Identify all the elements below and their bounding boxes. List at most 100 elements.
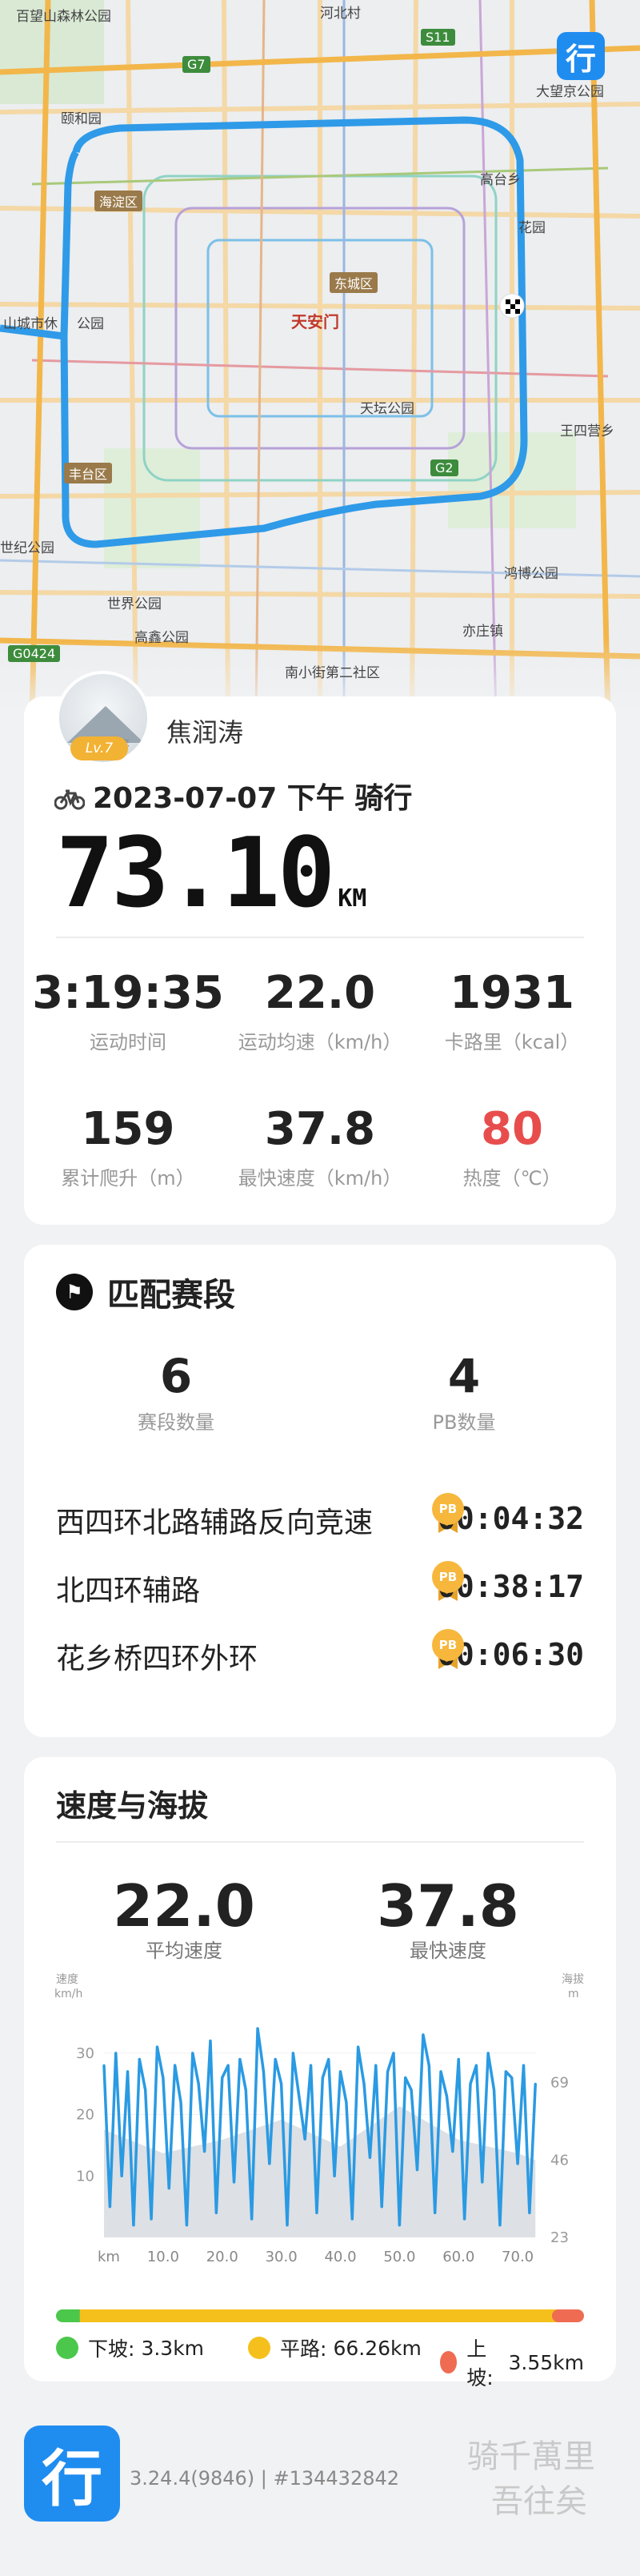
stat-label: 最快速度（km/h） [238,1166,402,1190]
legend-value: 66.26km [333,2336,422,2360]
segment-row[interactable]: 西四环北路辅路反向竞速 PB 00:04:32 [56,1493,584,1541]
speed-point [516,2162,519,2165]
legend-downhill: 下坡: 3.3km [56,2333,204,2362]
legend-uphill: 上坡: 3.55km [440,2333,584,2391]
map-label: 河北村 [320,6,361,22]
speed-point [274,2058,277,2061]
stat-heat: 80 热度（℃） [416,1105,608,1190]
app-logo[interactable]: 行 [557,32,605,80]
speed-elevation-chart[interactable]: 速度 km/h 海拔 m 10 20 30 23 46 69 10.0 20.0 30.0 40.… [48,1973,592,2309]
avg-speed-label: 平均速度 [146,1940,222,1962]
speed-point [386,2070,390,2073]
pb-badge-text: PB [432,1561,464,1593]
legend-value: 3.55km [508,2350,585,2374]
speed-point [221,2076,224,2080]
x-axis-unit: km [98,2249,120,2265]
distance-number: 73.10 [56,818,335,929]
ride-title: 2023-07-07 下午 骑行 [54,775,412,817]
map-label: 高鑫公园 [134,630,189,646]
max-speed-label: 最快速度 [410,1940,486,1962]
route-map[interactable]: 百望山森林公园 河北村 G7 S11 颐和园 大望京公园 海淀区 高台乡 花园 … [0,0,640,720]
speed-point [108,2205,111,2209]
speed-point [244,2088,247,2092]
speed-point [445,2095,448,2098]
pb-badge-text: PB [432,1493,464,1525]
segments-header: ⚑ 匹配赛段 [56,1269,235,1315]
speed-point [155,2045,158,2048]
red-dot-icon [440,2351,458,2373]
slope-bar [56,2309,584,2322]
map-label: 高台乡 [480,172,521,188]
speed-point [268,2162,271,2165]
bicycle-icon [54,784,86,810]
segment-row[interactable]: 花乡桥四环外环 PB 00:06:30 [56,1629,584,1677]
speed-point [410,2088,413,2092]
map-label: 南小街第二社区 [285,665,380,681]
avg-speed: 22.0 平均速度 [80,1877,288,1963]
segments-card[interactable]: ⚑ 匹配赛段 6 赛段数量 4 PB数量 西四环北路辅路反向竞速 PB 00:0… [24,1245,616,1737]
map-label: 世纪公园 [0,540,54,556]
legend-flat: 平路: 66.26km [248,2333,422,2362]
stat-avg-speed: 22.0 运动均速（km/h） [224,969,416,1054]
speed-point [120,2174,123,2177]
map-label: 大望京公园 [536,84,604,100]
speed-point [102,2064,106,2067]
right-axis-title: 海拔 [562,1973,584,1986]
legend-label: 上坡: [466,2337,494,2389]
map-label: 世界公园 [107,596,162,612]
speed-point [167,2187,170,2190]
speed-point [398,2224,401,2227]
speed-point [534,2082,537,2085]
speed-point [338,2070,342,2073]
speed-point [474,2064,478,2067]
map-label: 王四营乡 [560,423,614,439]
speed-point [469,2082,472,2085]
stat-value: 1931 [450,967,574,1019]
speed-point [481,2181,484,2184]
legend-label: 下坡: [88,2337,135,2361]
y-right-tick-label: 46 [550,2152,569,2169]
avg-speed-value: 22.0 [113,1872,255,1940]
stat-max-speed: 37.8 最快速度（km/h） [224,1105,416,1190]
speed-point [498,2224,502,2227]
speed-point [174,2064,177,2067]
road-badge: G0424 [8,645,61,662]
map-label: 山城市休 [3,316,58,332]
y-left-tick-label: 20 [76,2107,94,2124]
segment-name: 北四环辅路 [56,1575,201,1607]
speed-point [345,2101,348,2104]
speed-point [333,2174,336,2177]
speed-point [451,2150,454,2153]
yellow-dot-icon [248,2337,270,2359]
slope-bar-flat [79,2309,558,2322]
speed-point [262,2070,265,2073]
stat-value: 37.8 [264,1103,376,1155]
stat-value: 22.0 [264,967,376,1019]
segment-icon: ⚑ [56,1274,93,1310]
speed-point [368,2156,371,2159]
stat-label: 热度（℃） [462,1166,562,1190]
y-right-tick-label: 69 [550,2075,569,2092]
map-label: 公园 [77,316,104,332]
x-tick-label: 10.0 [147,2249,179,2265]
segment-name: 西四环北路辅路反向竞速 [56,1507,374,1539]
seal-line-2: 吾往矣 [491,2483,587,2520]
district-tag: 丰台区 [64,463,113,484]
segment-count-label: 赛段数量 [138,1411,214,1434]
speed-point [404,2076,407,2080]
speed-point [362,2082,366,2085]
speed-point [238,2058,242,2061]
map-label: 鸿博公园 [504,566,558,582]
speed-point [286,2224,289,2227]
speed-elevation-title: 速度与海拔 [56,1788,209,1824]
slope-bar-uphill [551,2309,584,2322]
speed-point [191,2052,194,2055]
speed-point [427,2064,430,2067]
speed-point [457,2058,460,2061]
left-axis-unit: km/h [54,1988,82,2000]
segment-row[interactable]: 北四环辅路 PB 00:38:17 [56,1561,584,1609]
speed-point [327,2058,330,2061]
username[interactable]: 焦润涛 [166,712,243,749]
speed-point [138,2058,141,2061]
x-tick-label: 30.0 [266,2249,298,2265]
